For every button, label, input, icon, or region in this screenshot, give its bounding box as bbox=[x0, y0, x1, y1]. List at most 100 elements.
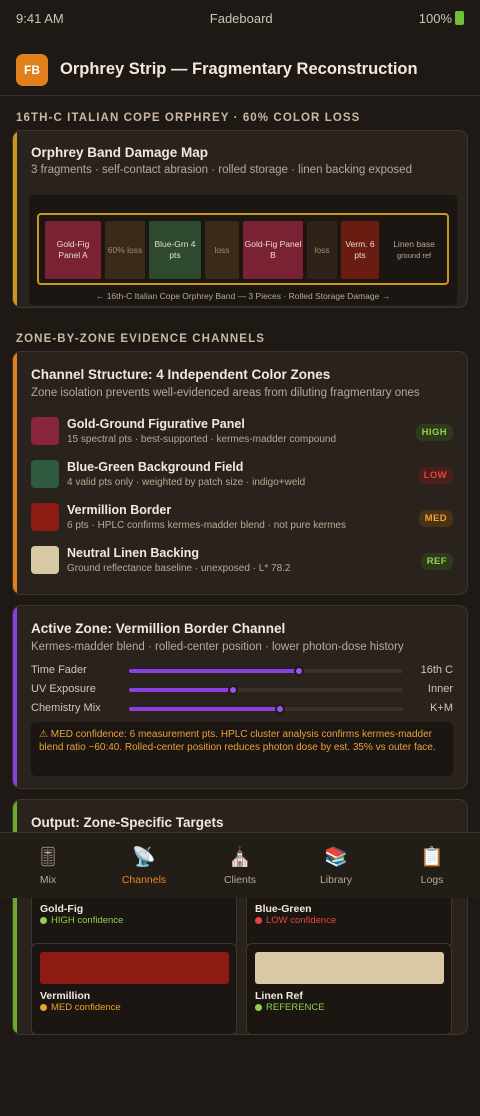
confidence-text: REFERENCE bbox=[266, 1002, 325, 1013]
damage-map-caption: ← 16th-C Italian Cope Orphrey Band — 3 P… bbox=[95, 291, 391, 301]
battery-icon bbox=[455, 11, 464, 25]
segment-label: Blue-Grn 4 pts bbox=[154, 239, 196, 260]
books-icon: 📚 bbox=[324, 846, 348, 868]
target-card[interactable]: Linen Ref REFERENCE bbox=[246, 943, 452, 1034]
band-segment[interactable]: Linen base ground ref bbox=[383, 221, 445, 279]
confidence-dot-icon bbox=[255, 1004, 262, 1011]
zone-swatch bbox=[31, 546, 59, 574]
status-bar: 9:41 AM Fadeboard 100% bbox=[0, 0, 480, 36]
confidence-text: MED confidence bbox=[51, 1002, 121, 1013]
tab-label: Mix bbox=[39, 873, 57, 886]
app-header: FB Orphrey Strip — Fragmentary Reconstru… bbox=[0, 44, 480, 96]
segment-label: loss bbox=[214, 244, 230, 255]
slider-label: UV Exposure bbox=[31, 683, 96, 695]
zone-row[interactable]: Vermillion Border 6 pts · HPLC confirms k… bbox=[31, 503, 453, 533]
target-name: Gold-Fig bbox=[40, 903, 84, 915]
zone-row[interactable]: Blue-Green Background Field 4 valid pts o… bbox=[31, 460, 453, 490]
target-confidence: HIGH confidence bbox=[40, 915, 123, 926]
confidence-note: ⚠ MED confidence: 6 measurement pts. HPL… bbox=[31, 722, 453, 776]
zone-swatch bbox=[31, 503, 59, 531]
confidence-dot-icon bbox=[40, 917, 47, 924]
segment-label: 60% loss bbox=[107, 244, 143, 255]
band-segment[interactable]: Verm. 6 pts bbox=[341, 221, 379, 279]
confidence-text: LOW confidence bbox=[266, 915, 337, 926]
segment-sublabel: ground ref bbox=[396, 251, 432, 260]
slider-fill bbox=[129, 669, 299, 673]
tab-label: Library bbox=[319, 873, 353, 886]
slider-value: Inner bbox=[427, 683, 453, 695]
status-time: 9:41 AM bbox=[16, 10, 64, 26]
slider-label: Chemistry Mix bbox=[31, 702, 101, 714]
zone-description: 15 spectral pts · best-supported · kerme… bbox=[67, 434, 337, 445]
band-segment[interactable]: loss bbox=[205, 221, 239, 279]
confidence-text: HIGH confidence bbox=[51, 915, 124, 926]
band-segment[interactable]: 60% loss bbox=[105, 221, 145, 279]
target-confidence: REFERENCE bbox=[255, 1002, 325, 1013]
segment-label: Gold-Fig Panel A bbox=[56, 239, 90, 260]
card-accent bbox=[13, 131, 17, 307]
slider-chemistry-mix: Chemistry Mix K+M bbox=[31, 701, 453, 717]
confidence-badge: HIGH bbox=[415, 424, 453, 441]
slider-handle[interactable] bbox=[293, 666, 304, 676]
active-zone-title: Active Zone: Vermillion Border Channel bbox=[31, 621, 286, 636]
target-confidence: MED confidence bbox=[40, 1002, 121, 1013]
tab-label: Channels bbox=[121, 873, 167, 886]
slider-handle[interactable] bbox=[274, 704, 285, 714]
slider-track[interactable] bbox=[129, 704, 403, 714]
slider-label: Time Fader bbox=[31, 664, 87, 676]
tab-label: Clients bbox=[223, 873, 257, 886]
tab-label: Logs bbox=[420, 873, 444, 886]
tab-clients[interactable]: ⛪ Clients bbox=[192, 833, 288, 898]
band-segment[interactable]: Gold-Fig Panel A bbox=[45, 221, 101, 279]
target-card[interactable]: Vermillion MED confidence bbox=[31, 943, 237, 1034]
band-segment[interactable]: Blue-Grn 4 pts bbox=[149, 221, 201, 279]
tab-logs[interactable]: 📋 Logs bbox=[384, 833, 480, 898]
satellite-icon: 📡 bbox=[132, 846, 156, 868]
zone-name: Vermillion Border bbox=[67, 503, 172, 517]
tab-library[interactable]: 📚 Library bbox=[288, 833, 384, 898]
channel-structure-card: Channel Structure: 4 Independent Color Z… bbox=[12, 351, 468, 595]
tab-mix[interactable]: 🎚 Mix bbox=[0, 833, 96, 898]
zone-row[interactable]: Neutral Linen Backing Ground reflectance … bbox=[31, 546, 453, 576]
zone-swatch bbox=[31, 417, 59, 445]
target-confidence: LOW confidence bbox=[255, 915, 336, 926]
zone-name: Blue-Green Background Field bbox=[67, 460, 244, 474]
channel-structure-title: Channel Structure: 4 Independent Color Z… bbox=[31, 367, 331, 382]
zone-swatch bbox=[31, 460, 59, 488]
clipboard-icon: 📋 bbox=[420, 846, 444, 868]
section-label-evidence: ZONE-BY-ZONE EVIDENCE CHANNELS bbox=[16, 333, 265, 345]
target-name: Blue-Green bbox=[255, 903, 312, 915]
slider-track[interactable] bbox=[129, 666, 403, 676]
band-segment[interactable]: Gold-Fig Panel B bbox=[243, 221, 303, 279]
damage-map-subtitle: 3 fragments · self-contact abrasion · ro… bbox=[31, 164, 412, 176]
zone-row[interactable]: Gold-Ground Figurative Panel 15 spectral … bbox=[31, 417, 453, 447]
confidence-dot-icon bbox=[255, 917, 262, 924]
slider-value: K+M bbox=[430, 702, 453, 714]
slider-fill bbox=[129, 688, 234, 692]
app-logo[interactable]: FB bbox=[16, 53, 48, 86]
active-zone-subtitle: Kermes-madder blend · rolled-center posi… bbox=[31, 641, 404, 653]
target-name: Linen Ref bbox=[255, 990, 303, 1002]
zone-name: Neutral Linen Backing bbox=[67, 546, 199, 560]
tab-bar: 🎚 Mix 📡 Channels ⛪ Clients 📚 Library 📋 Logs bbox=[0, 832, 480, 898]
slider-fill bbox=[129, 707, 280, 711]
band-segment[interactable]: loss bbox=[307, 221, 337, 279]
slider-uv-exposure: UV Exposure Inner bbox=[31, 682, 453, 698]
channel-structure-subtitle: Zone isolation prevents well-evidenced a… bbox=[31, 387, 420, 399]
card-accent bbox=[13, 352, 17, 594]
card-accent bbox=[13, 606, 17, 788]
status-app-name: Fadeboard bbox=[209, 10, 273, 26]
target-swatch bbox=[255, 952, 444, 984]
slider-handle[interactable] bbox=[228, 685, 239, 695]
damage-map-card: Orphrey Band Damage Map 3 fragments · se… bbox=[12, 130, 468, 308]
damage-map: Gold-Fig Panel A 60% loss Blue-Grn 4 pts lo… bbox=[29, 195, 457, 305]
section-label-orphrey: 16TH-C ITALIAN COPE ORPHREY · 60% COLOR … bbox=[16, 112, 361, 124]
zone-description: Ground reflectance baseline · unexposed … bbox=[67, 563, 291, 574]
confidence-badge: MED bbox=[418, 510, 453, 527]
zone-description: 4 valid pts only · weighted by patch siz… bbox=[67, 477, 306, 488]
tab-channels[interactable]: 📡 Channels bbox=[96, 833, 192, 898]
slider-track[interactable] bbox=[129, 685, 403, 695]
segment-label: loss bbox=[314, 244, 330, 255]
confidence-badge: REF bbox=[420, 553, 453, 570]
target-swatch bbox=[40, 952, 229, 984]
